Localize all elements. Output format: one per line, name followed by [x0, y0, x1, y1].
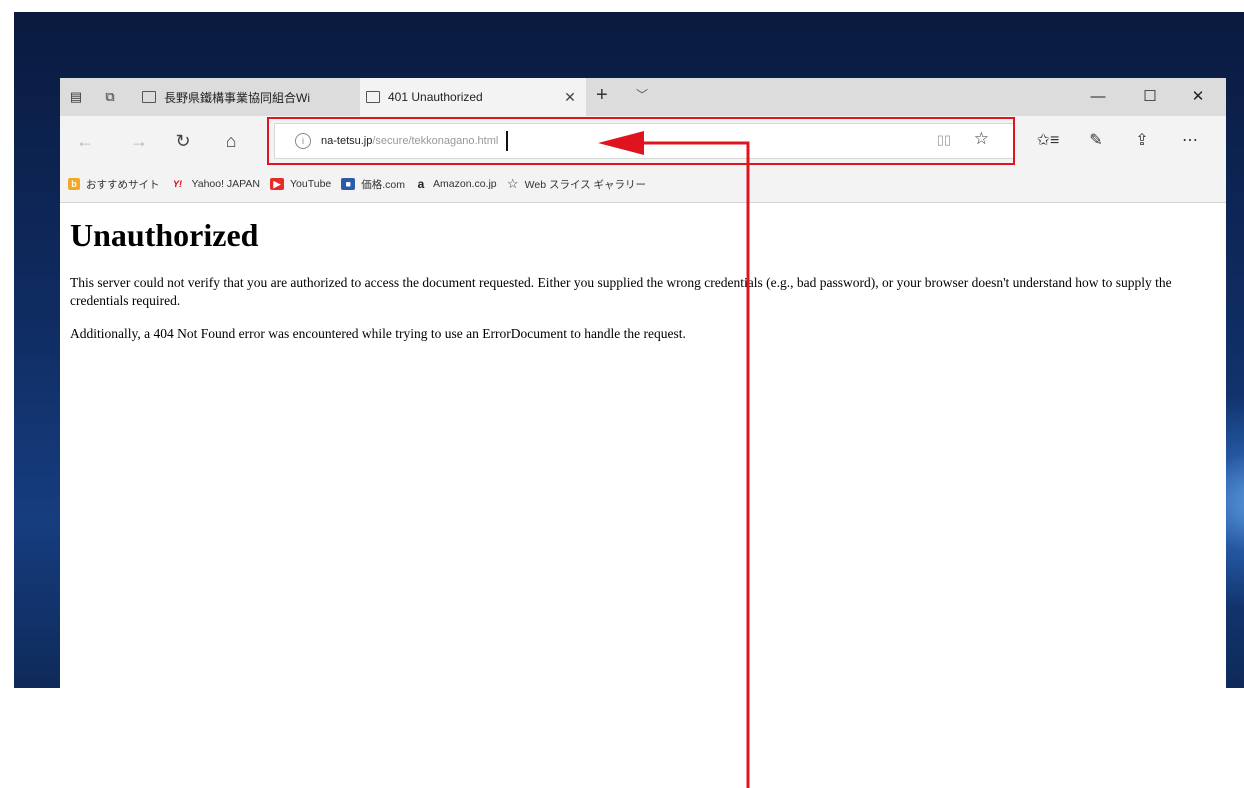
- arrow-line: [640, 141, 750, 788]
- arrow-head: [598, 131, 644, 155]
- annotation-arrow: [598, 131, 750, 788]
